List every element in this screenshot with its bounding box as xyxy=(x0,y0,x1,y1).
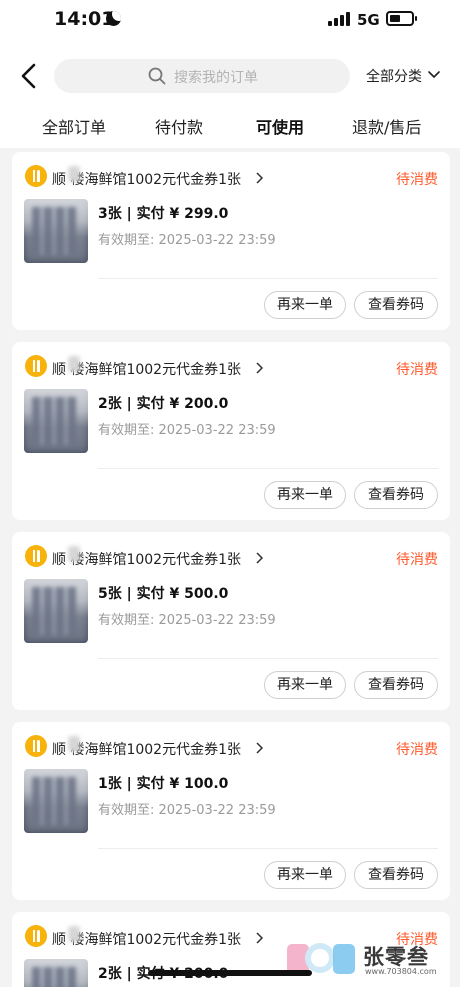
header-area: 14:01 5G 搜索我的订单 全部分类 全部订单 待付款 可使用 退款/售后 xyxy=(0,0,460,148)
status-badge: 待消费 xyxy=(396,742,438,758)
order-card[interactable]: 顺 楼海鲜馆1002元代金券1张 待消费 2张 | 实付 ¥ 200.0 有效期… xyxy=(12,342,450,520)
blur-mask xyxy=(68,736,80,752)
chevron-right-icon[interactable] xyxy=(256,742,264,754)
deal-thumbnail[interactable] xyxy=(24,959,88,987)
view-code-button[interactable]: 查看券码 xyxy=(354,481,438,509)
watermark-url: www.703804.com xyxy=(365,967,437,976)
blur-mask xyxy=(68,546,80,562)
search-icon xyxy=(148,67,166,85)
blur-mask xyxy=(68,356,80,372)
shop-name[interactable]: 顺 楼海鲜馆1002元代金券1张 xyxy=(52,549,241,569)
shop-name[interactable]: 顺 楼海鲜馆1002元代金券1张 xyxy=(52,169,241,189)
validity-text: 有效期至: 2025-03-22 23:59 xyxy=(98,613,276,628)
view-code-button[interactable]: 查看券码 xyxy=(354,861,438,889)
back-icon[interactable] xyxy=(18,62,42,90)
restaurant-icon xyxy=(25,355,47,377)
signal-icon xyxy=(328,12,350,26)
quantity-price: 5张 | 实付 ¥ 500.0 xyxy=(98,586,229,602)
order-card[interactable]: 顺 楼海鲜馆1002元代金券1张 待消费 3张 | 实付 ¥ 299.0 有效期… xyxy=(12,152,450,330)
home-indicator xyxy=(148,970,312,976)
restaurant-icon xyxy=(25,545,47,567)
search-input[interactable]: 搜索我的订单 xyxy=(54,59,350,93)
deal-thumbnail[interactable] xyxy=(24,579,88,643)
deal-thumbnail[interactable] xyxy=(24,199,88,263)
battery-icon xyxy=(386,11,417,26)
chevron-right-icon[interactable] xyxy=(256,362,264,374)
status-badge: 待消费 xyxy=(396,552,438,568)
tab-refund-aftersale[interactable]: 退款/售后 xyxy=(352,114,421,138)
deal-thumbnail[interactable] xyxy=(24,769,88,833)
status-badge: 待消费 xyxy=(396,362,438,378)
blur-mask xyxy=(68,166,80,182)
divider xyxy=(98,658,438,659)
status-bar: 14:01 5G xyxy=(0,0,460,40)
divider xyxy=(98,848,438,849)
status-badge: 待消费 xyxy=(396,172,438,188)
restaurant-icon xyxy=(25,735,47,757)
chevron-right-icon[interactable] xyxy=(256,932,264,944)
reorder-button[interactable]: 再来一单 xyxy=(264,291,346,319)
reorder-button[interactable]: 再来一单 xyxy=(264,481,346,509)
shop-name[interactable]: 顺 楼海鲜馆1002元代金券1张 xyxy=(52,359,241,379)
validity-text: 有效期至: 2025-03-22 23:59 xyxy=(98,233,276,248)
quantity-price: 3张 | 实付 ¥ 299.0 xyxy=(98,206,229,222)
chevron-down-icon[interactable] xyxy=(428,71,440,79)
view-code-button[interactable]: 查看券码 xyxy=(354,671,438,699)
moon-icon xyxy=(106,11,121,26)
blur-mask xyxy=(68,926,80,942)
chevron-right-icon[interactable] xyxy=(256,552,264,564)
shop-name[interactable]: 顺 楼海鲜馆1002元代金券1张 xyxy=(52,739,241,759)
quantity-price: 1张 | 实付 ¥ 100.0 xyxy=(98,776,229,792)
tab-pending-payment[interactable]: 待付款 xyxy=(155,114,203,138)
divider xyxy=(98,468,438,469)
reorder-button[interactable]: 再来一单 xyxy=(264,671,346,699)
validity-text: 有效期至: 2025-03-22 23:59 xyxy=(98,803,276,818)
order-card[interactable]: 顺 楼海鲜馆1002元代金券1张 待消费 1张 | 实付 ¥ 100.0 有效期… xyxy=(12,722,450,900)
divider xyxy=(98,278,438,279)
tab-usable[interactable]: 可使用 xyxy=(256,114,304,138)
category-filter[interactable]: 全部分类 xyxy=(366,66,422,86)
restaurant-icon xyxy=(25,165,47,187)
search-placeholder: 搜索我的订单 xyxy=(174,70,258,86)
order-card[interactable]: 顺 楼海鲜馆1002元代金券1张 待消费 5张 | 实付 ¥ 500.0 有效期… xyxy=(12,532,450,710)
reorder-button[interactable]: 再来一单 xyxy=(264,861,346,889)
network-label: 5G xyxy=(357,11,380,29)
nav-bar: 搜索我的订单 全部分类 xyxy=(0,58,460,94)
deal-thumbnail[interactable] xyxy=(24,389,88,453)
chevron-right-icon[interactable] xyxy=(256,172,264,184)
quantity-price: 2张 | 实付 ¥ 200.0 xyxy=(98,396,229,412)
validity-text: 有效期至: 2025-03-22 23:59 xyxy=(98,423,276,438)
order-tabs: 全部订单 待付款 可使用 退款/售后 xyxy=(0,114,460,148)
shop-name[interactable]: 顺 楼海鲜馆1002元代金券1张 xyxy=(52,929,241,949)
view-code-button[interactable]: 查看券码 xyxy=(354,291,438,319)
tab-all-orders[interactable]: 全部订单 xyxy=(42,114,106,138)
restaurant-icon xyxy=(25,925,47,947)
